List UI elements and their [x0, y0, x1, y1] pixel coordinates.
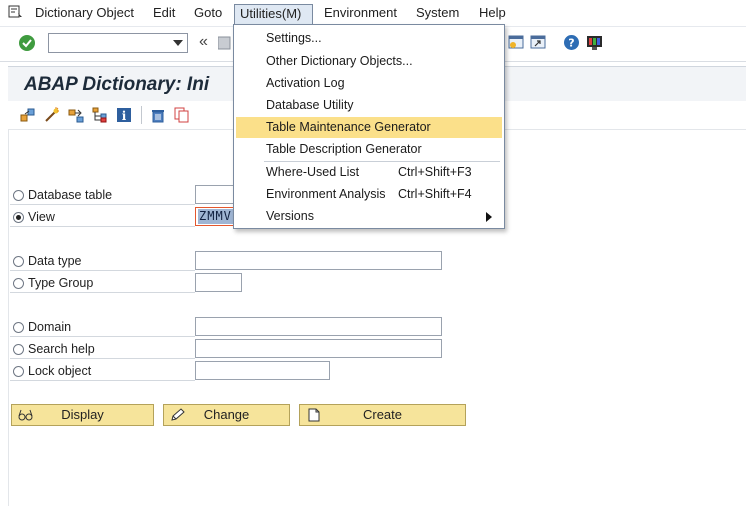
menu-item-shortcut: Ctrl+Shift+F4	[398, 187, 472, 201]
view-field-value: ZMMV	[198, 209, 233, 224]
label-lock-object: Lock object	[28, 364, 92, 378]
save-icon[interactable]	[217, 35, 232, 51]
row-underline	[10, 380, 195, 381]
menu-item-label: Activation Log	[266, 76, 345, 90]
label-data-type: Data type	[28, 254, 82, 268]
shortcut-icon[interactable]	[530, 34, 547, 51]
menu-item-label: Settings...	[266, 31, 322, 45]
submenu-arrow-icon	[486, 212, 492, 222]
lock-object-field[interactable]	[195, 361, 330, 380]
menu-bar: Dictionary Object Edit Goto Utilities(M)…	[0, 0, 746, 27]
data-type-field[interactable]	[195, 251, 442, 270]
row-underline	[10, 226, 195, 227]
check-wand-icon[interactable]	[44, 107, 60, 123]
change-button-label: Change	[203, 407, 250, 422]
customize-layout-icon[interactable]	[586, 34, 603, 51]
menu-item-label: Where-Used List	[266, 165, 360, 179]
display-button[interactable]: Display	[11, 404, 154, 426]
toolbar-separator	[141, 106, 142, 124]
change-button[interactable]: Change	[163, 404, 290, 426]
glasses-icon	[18, 408, 34, 422]
menu-item-table-description-generator[interactable]: Table Description Generator	[236, 139, 502, 160]
menu-item-versions[interactable]: Versions	[236, 206, 502, 227]
system-menu-icon[interactable]	[7, 4, 23, 20]
svg-text:?: ?	[568, 37, 574, 50]
menu-item-label: Table Description Generator	[266, 142, 422, 156]
row-underline	[10, 292, 195, 293]
menu-item-activation-log[interactable]: Activation Log	[236, 73, 502, 94]
domain-field[interactable]	[195, 317, 442, 336]
menu-item-other-dictionary-objects[interactable]: Other Dictionary Objects...	[236, 51, 502, 72]
collapse-toolbar-icon[interactable]: «	[199, 33, 208, 51]
view-field[interactable]: ZMMV	[195, 207, 235, 226]
new-session-icon[interactable]	[508, 34, 525, 51]
create-button[interactable]: Create	[299, 404, 466, 426]
page-title: ABAP Dictionary: Ini	[24, 74, 210, 95]
hierarchy-icon[interactable]	[92, 107, 108, 123]
label-search-help: Search help	[28, 342, 95, 356]
radio-type-group[interactable]	[13, 278, 24, 289]
new-document-icon	[306, 408, 322, 422]
row-underline	[10, 358, 195, 359]
radio-view[interactable]	[13, 212, 24, 223]
menu-system[interactable]: System	[414, 4, 461, 24]
menu-dictionary-object[interactable]: Dictionary Object	[33, 4, 136, 24]
menu-utilities[interactable]: Utilities(M)	[234, 4, 313, 24]
type-group-field[interactable]	[195, 273, 242, 292]
row-underline	[10, 336, 195, 337]
menu-item-label: Table Maintenance Generator	[266, 120, 431, 134]
command-field[interactable]	[48, 33, 188, 53]
menu-goto[interactable]: Goto	[192, 4, 224, 24]
help-icon[interactable]: ?	[563, 34, 580, 51]
svg-text:i: i	[122, 109, 127, 123]
display-button-label: Display	[61, 407, 104, 422]
radio-domain[interactable]	[13, 322, 24, 333]
info-icon[interactable]: i	[116, 107, 132, 123]
database-table-field[interactable]	[195, 185, 235, 204]
other-object-icon[interactable]	[20, 107, 36, 123]
delete-icon[interactable]	[150, 107, 166, 123]
menu-item-settings[interactable]: Settings...	[236, 28, 502, 49]
menu-item-label: Database Utility	[266, 98, 354, 112]
utilities-dropdown-menu: Settings... Other Dictionary Objects... …	[233, 24, 505, 229]
search-help-field[interactable]	[195, 339, 442, 358]
label-database-table: Database table	[28, 188, 113, 202]
chevron-down-icon[interactable]	[173, 40, 183, 46]
menu-item-where-used-list[interactable]: Where-Used List Ctrl+Shift+F3	[236, 162, 502, 183]
menu-edit[interactable]: Edit	[151, 4, 177, 24]
label-domain: Domain	[28, 320, 72, 334]
enter-check-icon[interactable]	[18, 34, 36, 52]
radio-search-help[interactable]	[13, 344, 24, 355]
menu-item-database-utility[interactable]: Database Utility	[236, 95, 502, 116]
label-type-group: Type Group	[28, 276, 94, 290]
row-underline	[10, 204, 195, 205]
label-view: View	[28, 210, 55, 224]
where-used-icon[interactable]	[68, 107, 84, 123]
create-button-label: Create	[362, 407, 403, 422]
row-underline	[10, 270, 195, 271]
menu-environment[interactable]: Environment	[322, 4, 399, 24]
menu-item-table-maintenance-generator[interactable]: Table Maintenance Generator	[236, 117, 502, 138]
menu-item-label: Versions	[266, 209, 314, 223]
menu-item-label: Environment Analysis	[266, 187, 386, 201]
copy-icon[interactable]	[174, 107, 190, 123]
menu-item-environment-analysis[interactable]: Environment Analysis Ctrl+Shift+F4	[236, 184, 502, 205]
radio-lock-object[interactable]	[13, 366, 24, 377]
menu-help[interactable]: Help	[477, 4, 508, 24]
menu-item-shortcut: Ctrl+Shift+F3	[398, 165, 472, 179]
radio-database-table[interactable]	[13, 190, 24, 201]
radio-data-type[interactable]	[13, 256, 24, 267]
pencil-icon	[170, 408, 186, 422]
menu-item-label: Other Dictionary Objects...	[266, 54, 413, 68]
